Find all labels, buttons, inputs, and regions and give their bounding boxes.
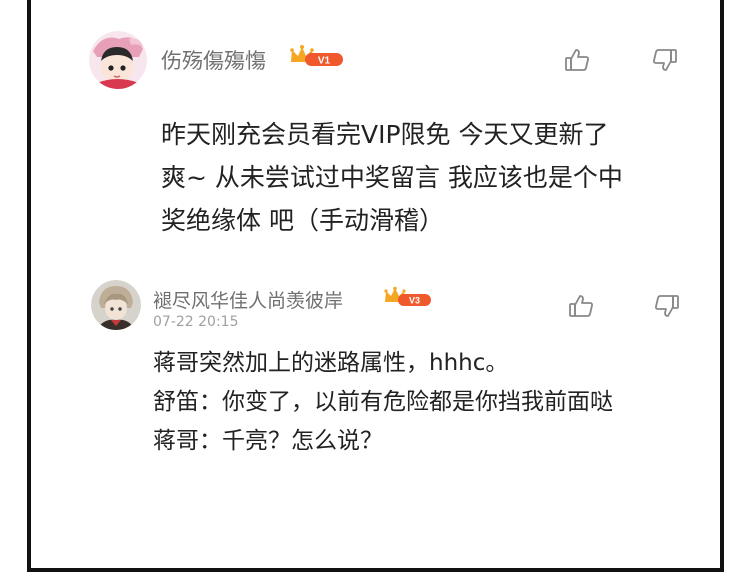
comment-item: 伤殇傷殤慯 V1 昨天刚充会员看完VIP限免 今天又更新了 爽~ 从未尝试过中奖… xyxy=(31,0,720,250)
comment-body: 昨天刚充会员看完VIP限免 今天又更新了 爽~ 从未尝试过中奖留言 我应该也是个… xyxy=(161,120,623,235)
user-avatar[interactable] xyxy=(91,280,141,330)
comment-panel-frame: 伤殇傷殤慯 V1 昨天刚充会员看完VIP限免 今天又更新了 爽~ 从未尝试过中奖… xyxy=(27,0,724,572)
comment-timestamp: 07-22 20:15 xyxy=(153,314,239,330)
user-avatar[interactable] xyxy=(89,31,147,89)
thumbs-up-icon[interactable] xyxy=(563,46,591,74)
comment-item: 褪尽风华佳人尚羡彼岸 V3 07-22 20:15 蒋哥突然加上的迷路属性，hh… xyxy=(31,255,720,515)
comment-body: 蒋哥突然加上的迷路属性，hhhc。 舒笛：你变了，以前有危险都是你挡我前面哒 蒋… xyxy=(153,350,613,454)
thumbs-down-icon[interactable] xyxy=(653,292,681,320)
anime-character-avatar-icon xyxy=(89,31,147,89)
vip-level-label: V1 xyxy=(318,56,331,67)
thumbs-up-icon[interactable] xyxy=(567,292,595,320)
vip-level-label: V3 xyxy=(409,296,420,306)
thumbs-down-icon[interactable] xyxy=(651,46,679,74)
username[interactable]: 褪尽风华佳人尚羡彼岸 xyxy=(153,286,343,313)
username[interactable]: 伤殇傷殤慯 xyxy=(161,45,266,75)
vip-badge: V1 xyxy=(289,44,345,72)
vip-badge: V3 xyxy=(383,286,433,312)
anime-character-avatar-icon xyxy=(91,280,141,330)
